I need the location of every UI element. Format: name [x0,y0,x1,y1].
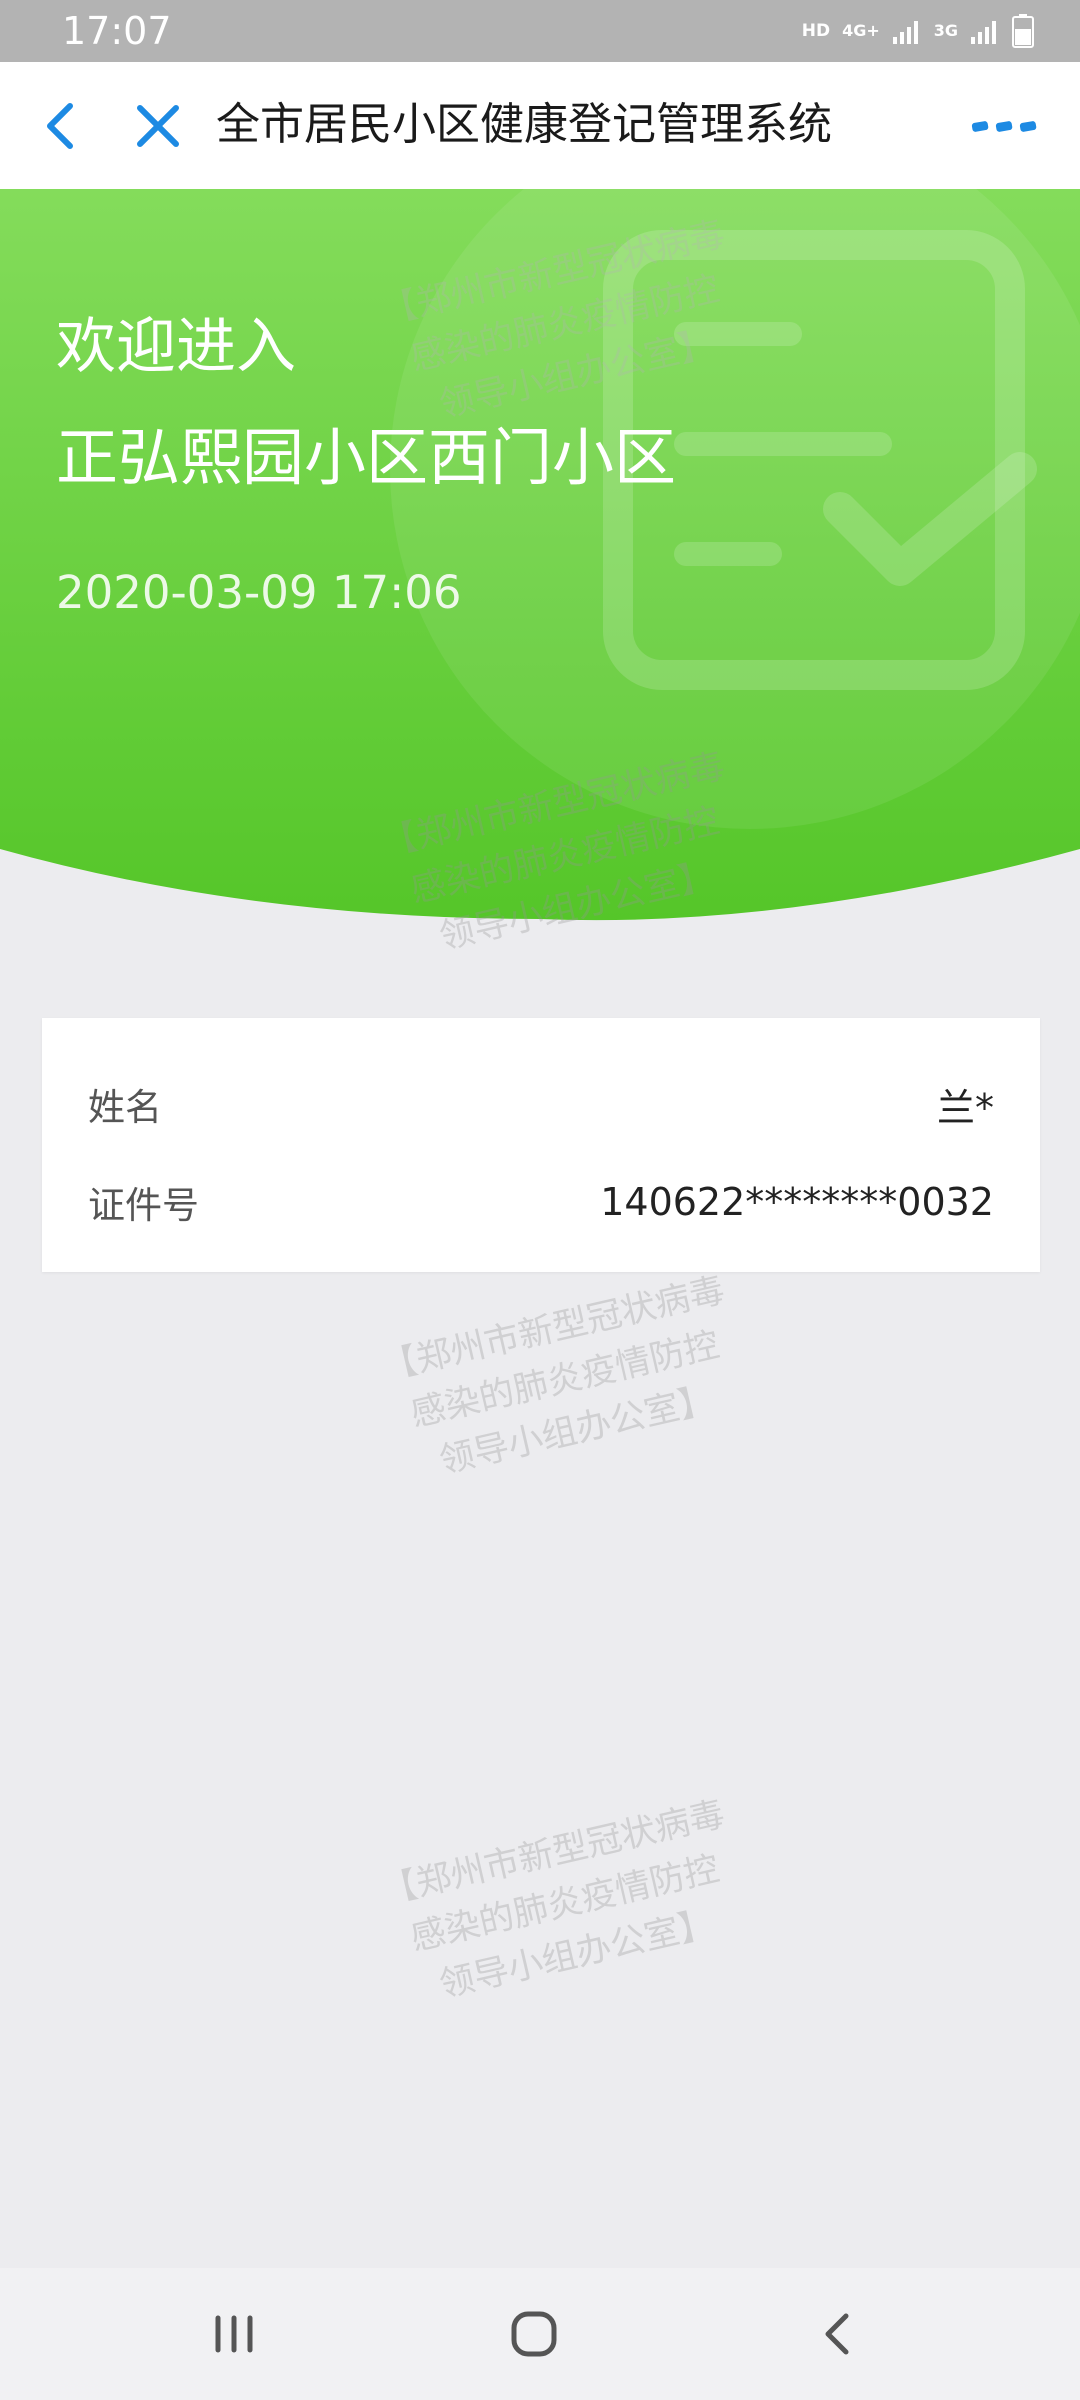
home-icon [511,2311,557,2357]
back-icon [825,2313,849,2355]
close-button[interactable] [130,98,186,154]
status-bar: 17:07 HD 4G+ 3G [0,0,1080,62]
watermark: 【郑州市新型冠状病毒 感染的肺炎疫情防控 领导小组办公室】 [378,1270,729,1482]
page-title: 全市居民小区健康登记管理系统 [216,99,832,150]
system-navigation-bar [0,2268,1080,2400]
name-row: 姓名 兰* [88,1076,994,1132]
welcome-text: 欢迎进入 [56,312,296,382]
recent-apps-button[interactable] [204,2304,264,2364]
signal-icon [892,21,918,44]
more-icon [971,121,1037,132]
name-label: 姓名 [88,1086,162,1129]
screen: 17:07 HD 4G+ 3G 全市居民小区健康登记管理系统 欢迎进入 正弘熙园… [0,0,1080,2400]
signal-icon [971,21,996,44]
personal-info-card: 姓名 兰* 证件号 140622********0032 [42,1018,1040,1272]
recent-apps-icon [215,2315,253,2353]
close-icon [137,105,179,147]
header-background [0,189,1080,921]
back-button[interactable] [36,98,86,154]
back-icon [47,103,73,149]
checkin-datetime: 2020-03-09 17:06 [56,566,462,619]
community-name: 正弘熙园小区西门小区 [56,421,677,494]
name-value: 兰* [936,1085,994,1130]
network-3g-indicator: 3G [933,21,958,40]
id-number-row: 证件号 140622********0032 [88,1174,994,1230]
network-4g-indicator: 4G+ [842,21,880,40]
status-time: 17:07 [62,9,172,53]
hd-indicator: HD [801,21,831,41]
home-button[interactable] [502,2304,566,2364]
more-button[interactable] [970,106,1038,146]
watermark: 【郑州市新型冠状病毒 感染的肺炎疫情防控 领导小组办公室】 [378,1794,729,2006]
welcome-header: 欢迎进入 正弘熙园小区西门小区 2020-03-09 17:06 [0,189,1080,924]
id-number-value: 140622********0032 [600,1180,994,1224]
id-number-label: 证件号 [88,1184,199,1227]
system-back-button[interactable] [810,2304,866,2364]
status-icons: HD 4G+ 3G [802,10,1034,52]
title-bar: 全市居民小区健康登记管理系统 [0,62,1080,189]
battery-icon [1012,14,1034,48]
